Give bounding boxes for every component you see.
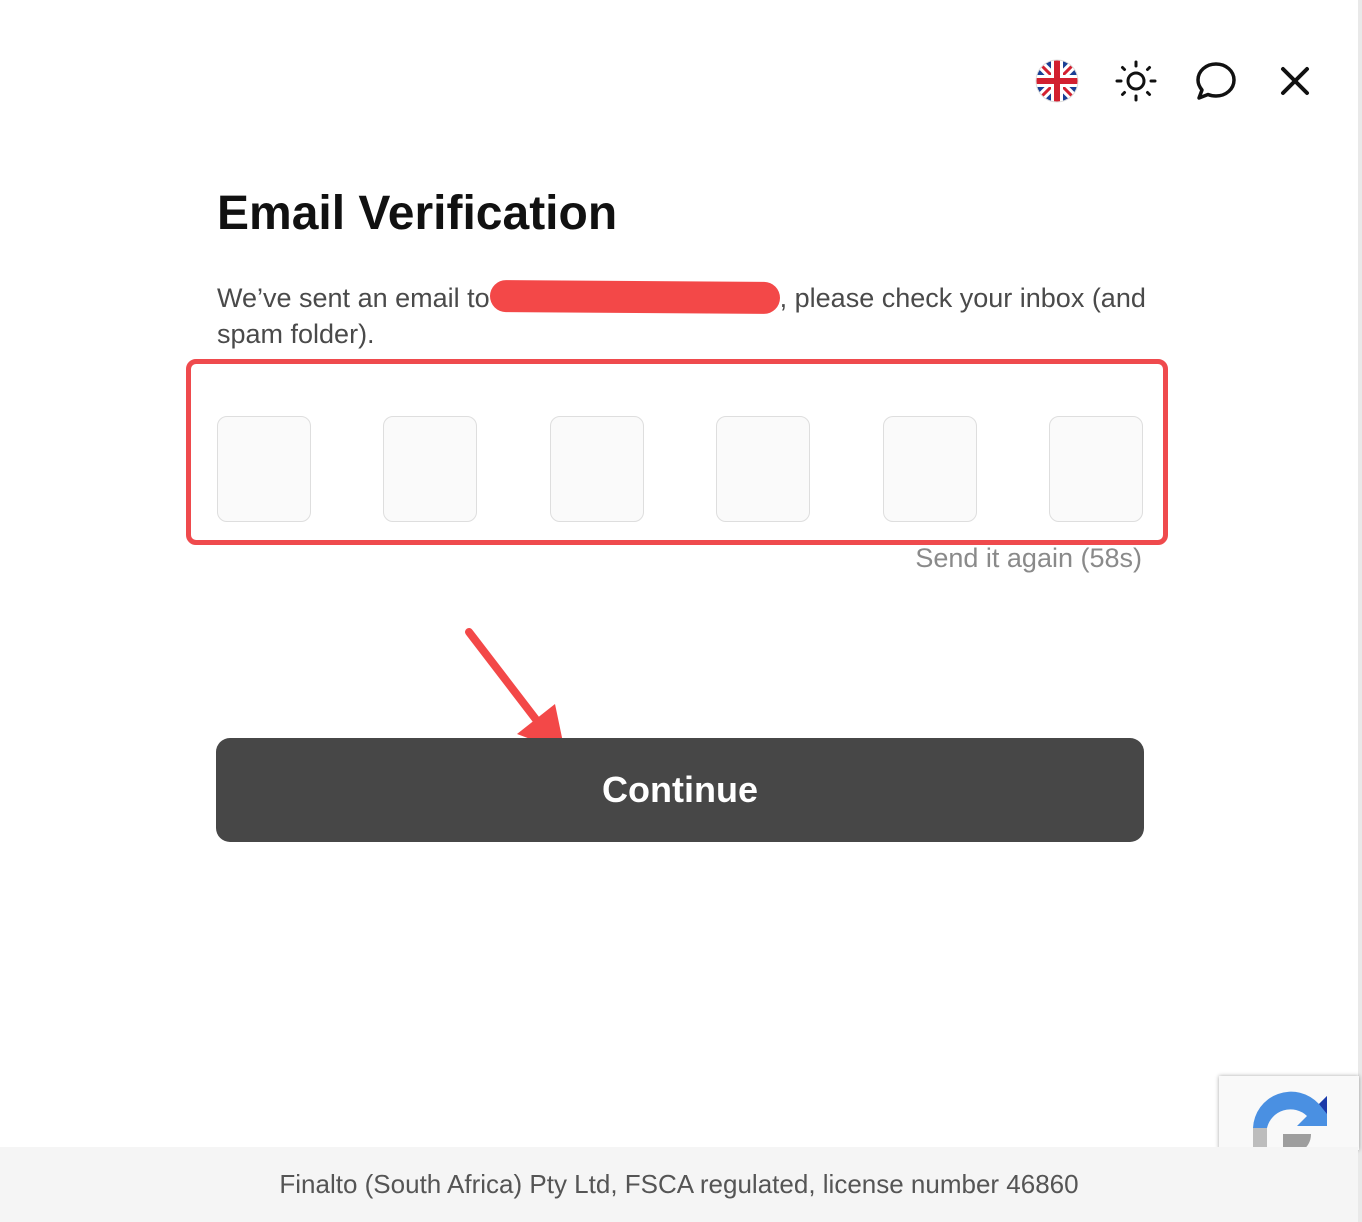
- footer-legal-text: Finalto (South Africa) Pty Ltd, FSCA reg…: [279, 1169, 1079, 1199]
- code-digit-input-5[interactable]: [883, 416, 977, 522]
- email-verification-page: Email Verification We’ve sent an email t…: [0, 0, 1362, 1222]
- uk-flag-icon[interactable]: [1034, 58, 1080, 104]
- resend-code-link[interactable]: Send it again (58s): [915, 543, 1142, 574]
- recaptcha-badge[interactable]: [1219, 1076, 1359, 1150]
- redacted-email: [489, 279, 780, 315]
- continue-button[interactable]: Continue: [216, 738, 1144, 842]
- code-digit-input-1[interactable]: [217, 416, 311, 522]
- code-digit-input-2[interactable]: [383, 416, 477, 522]
- recaptcha-icon: [1253, 1091, 1327, 1150]
- sun-icon[interactable]: [1113, 58, 1159, 104]
- description-prefix: We’ve sent an email to: [217, 283, 490, 313]
- code-digit-input-6[interactable]: [1049, 416, 1143, 522]
- verification-description: We’ve sent an email to, please check you…: [217, 279, 1157, 352]
- code-digit-input-3[interactable]: [550, 416, 644, 522]
- footer: Finalto (South Africa) Pty Ltd, FSCA reg…: [0, 1147, 1358, 1222]
- scrollbar-edge: [1358, 0, 1362, 1222]
- code-digit-input-4[interactable]: [716, 416, 810, 522]
- close-icon[interactable]: [1272, 58, 1318, 104]
- page-title: Email Verification: [217, 187, 618, 240]
- chat-bubble-icon[interactable]: [1193, 58, 1239, 104]
- verification-code-inputs: [217, 416, 1144, 522]
